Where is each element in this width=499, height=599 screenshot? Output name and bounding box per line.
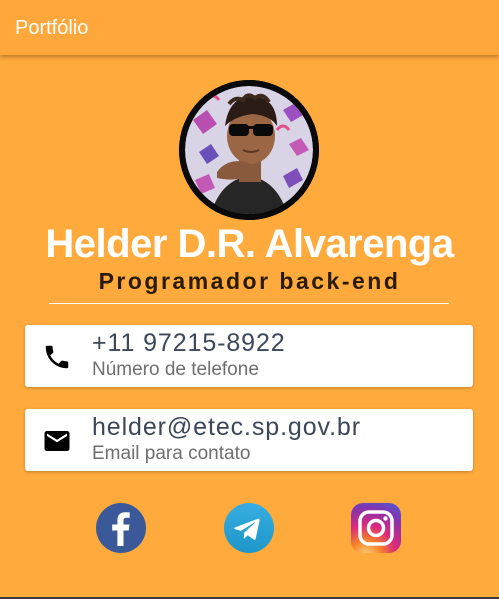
instagram-button[interactable] [351,503,401,553]
email-card[interactable]: helder@etec.sp.gov.br Email para contato [25,409,473,471]
facebook-icon [96,503,146,553]
avatar [179,80,319,220]
facebook-button[interactable] [96,503,146,553]
phone-card[interactable]: +11 97215-8922 Número de telefone [25,325,473,387]
divider [49,303,449,304]
app-bar: Portfólio [0,0,499,55]
profile-photo [179,80,319,220]
phone-number: +11 97215-8922 [92,329,286,357]
instagram-icon [351,503,401,553]
profile-role: Programador back-end [98,268,401,294]
email-label: Email para contato [92,443,251,464]
phone-label: Número de telefone [92,359,259,380]
profile-name: Helder D.R. Alvarenga [45,222,454,266]
telegram-button[interactable] [224,503,274,553]
mail-icon [44,431,70,451]
telegram-icon [224,503,274,553]
app-bar-title: Portfólio [15,17,89,39]
phone-icon [45,345,69,369]
email-address: helder@etec.sp.gov.br [92,413,361,441]
